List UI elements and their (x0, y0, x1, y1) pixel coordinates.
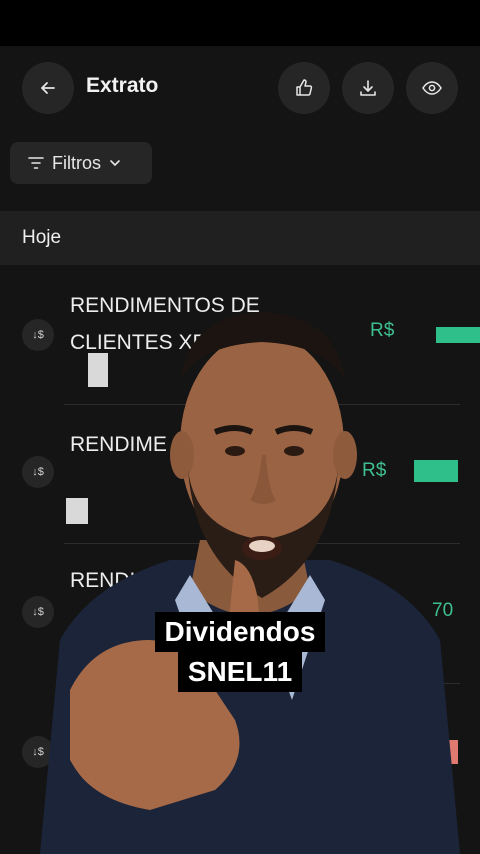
caption-line-1: Dividendos (154, 612, 326, 652)
presenter-figure (40, 312, 460, 854)
video-caption: Dividendos SNEL11 (0, 612, 480, 692)
caption-line-2: SNEL11 (177, 652, 303, 692)
